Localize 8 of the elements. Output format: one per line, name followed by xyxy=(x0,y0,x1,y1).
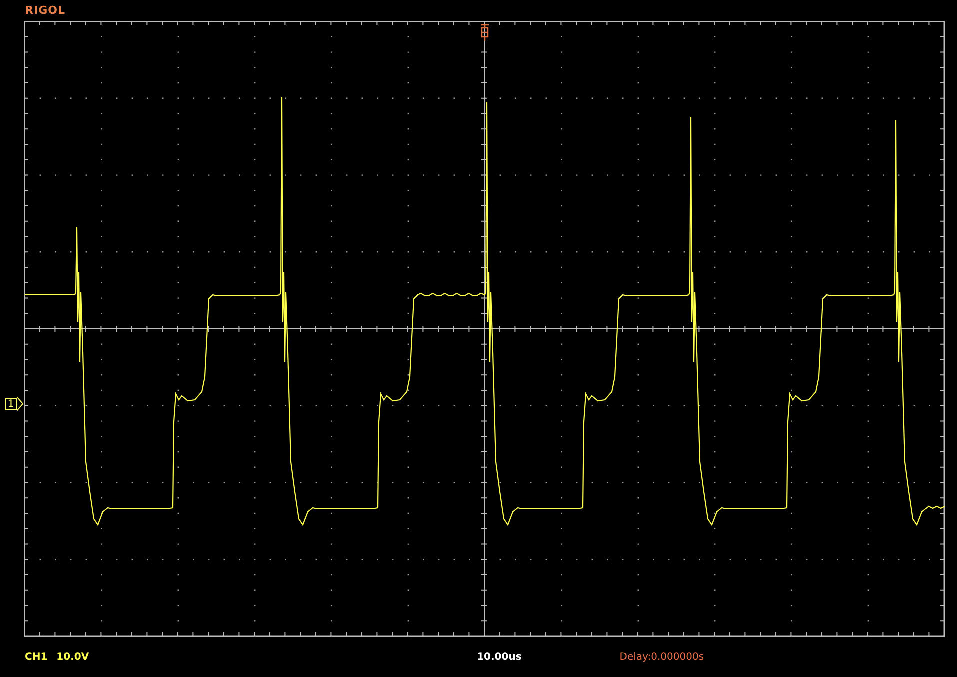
trigger-position-icon xyxy=(480,24,490,42)
channel-label: CH1 xyxy=(25,652,48,663)
brand-label: RIGOL xyxy=(25,4,66,17)
timebase-label: 10.00us xyxy=(477,652,522,663)
channel-pointer-icon xyxy=(17,397,24,411)
delay-label: Delay:0.000000s xyxy=(620,652,704,663)
vertical-scale: 10.0V xyxy=(56,652,90,663)
channel-marker: 1 xyxy=(5,398,17,410)
